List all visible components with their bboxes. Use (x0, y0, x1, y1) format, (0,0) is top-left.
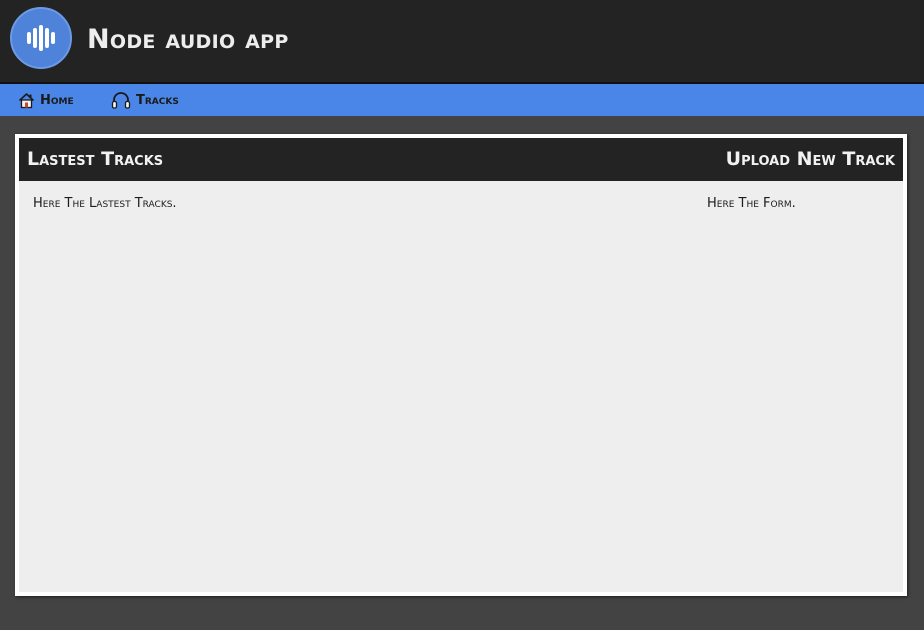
home-icon (18, 92, 35, 108)
nav-item-tracks[interactable]: Tracks (111, 90, 179, 110)
panel-header: Lastest Tracks Upload New Track (19, 138, 903, 181)
upload-form-placeholder: Here The Form. (707, 196, 796, 211)
app-header: Node audio app (0, 0, 924, 82)
nav-item-home[interactable]: Home (18, 90, 74, 110)
app-title: Node audio app (87, 24, 289, 55)
audio-wave-icon (27, 25, 55, 51)
nav-item-tracks-label: Tracks (136, 92, 179, 108)
nav-item-home-label: Home (40, 92, 74, 108)
headphones-icon (111, 92, 131, 109)
upload-track-title: Upload New Track (725, 148, 895, 170)
main-panel: Lastest Tracks Upload New Track Here The… (15, 134, 907, 596)
latest-tracks-placeholder: Here The Lastest Tracks. (33, 196, 177, 211)
app-logo[interactable] (10, 7, 72, 69)
nav-bar: Home Tracks (0, 84, 924, 116)
latest-tracks-title: Lastest Tracks (27, 148, 164, 170)
